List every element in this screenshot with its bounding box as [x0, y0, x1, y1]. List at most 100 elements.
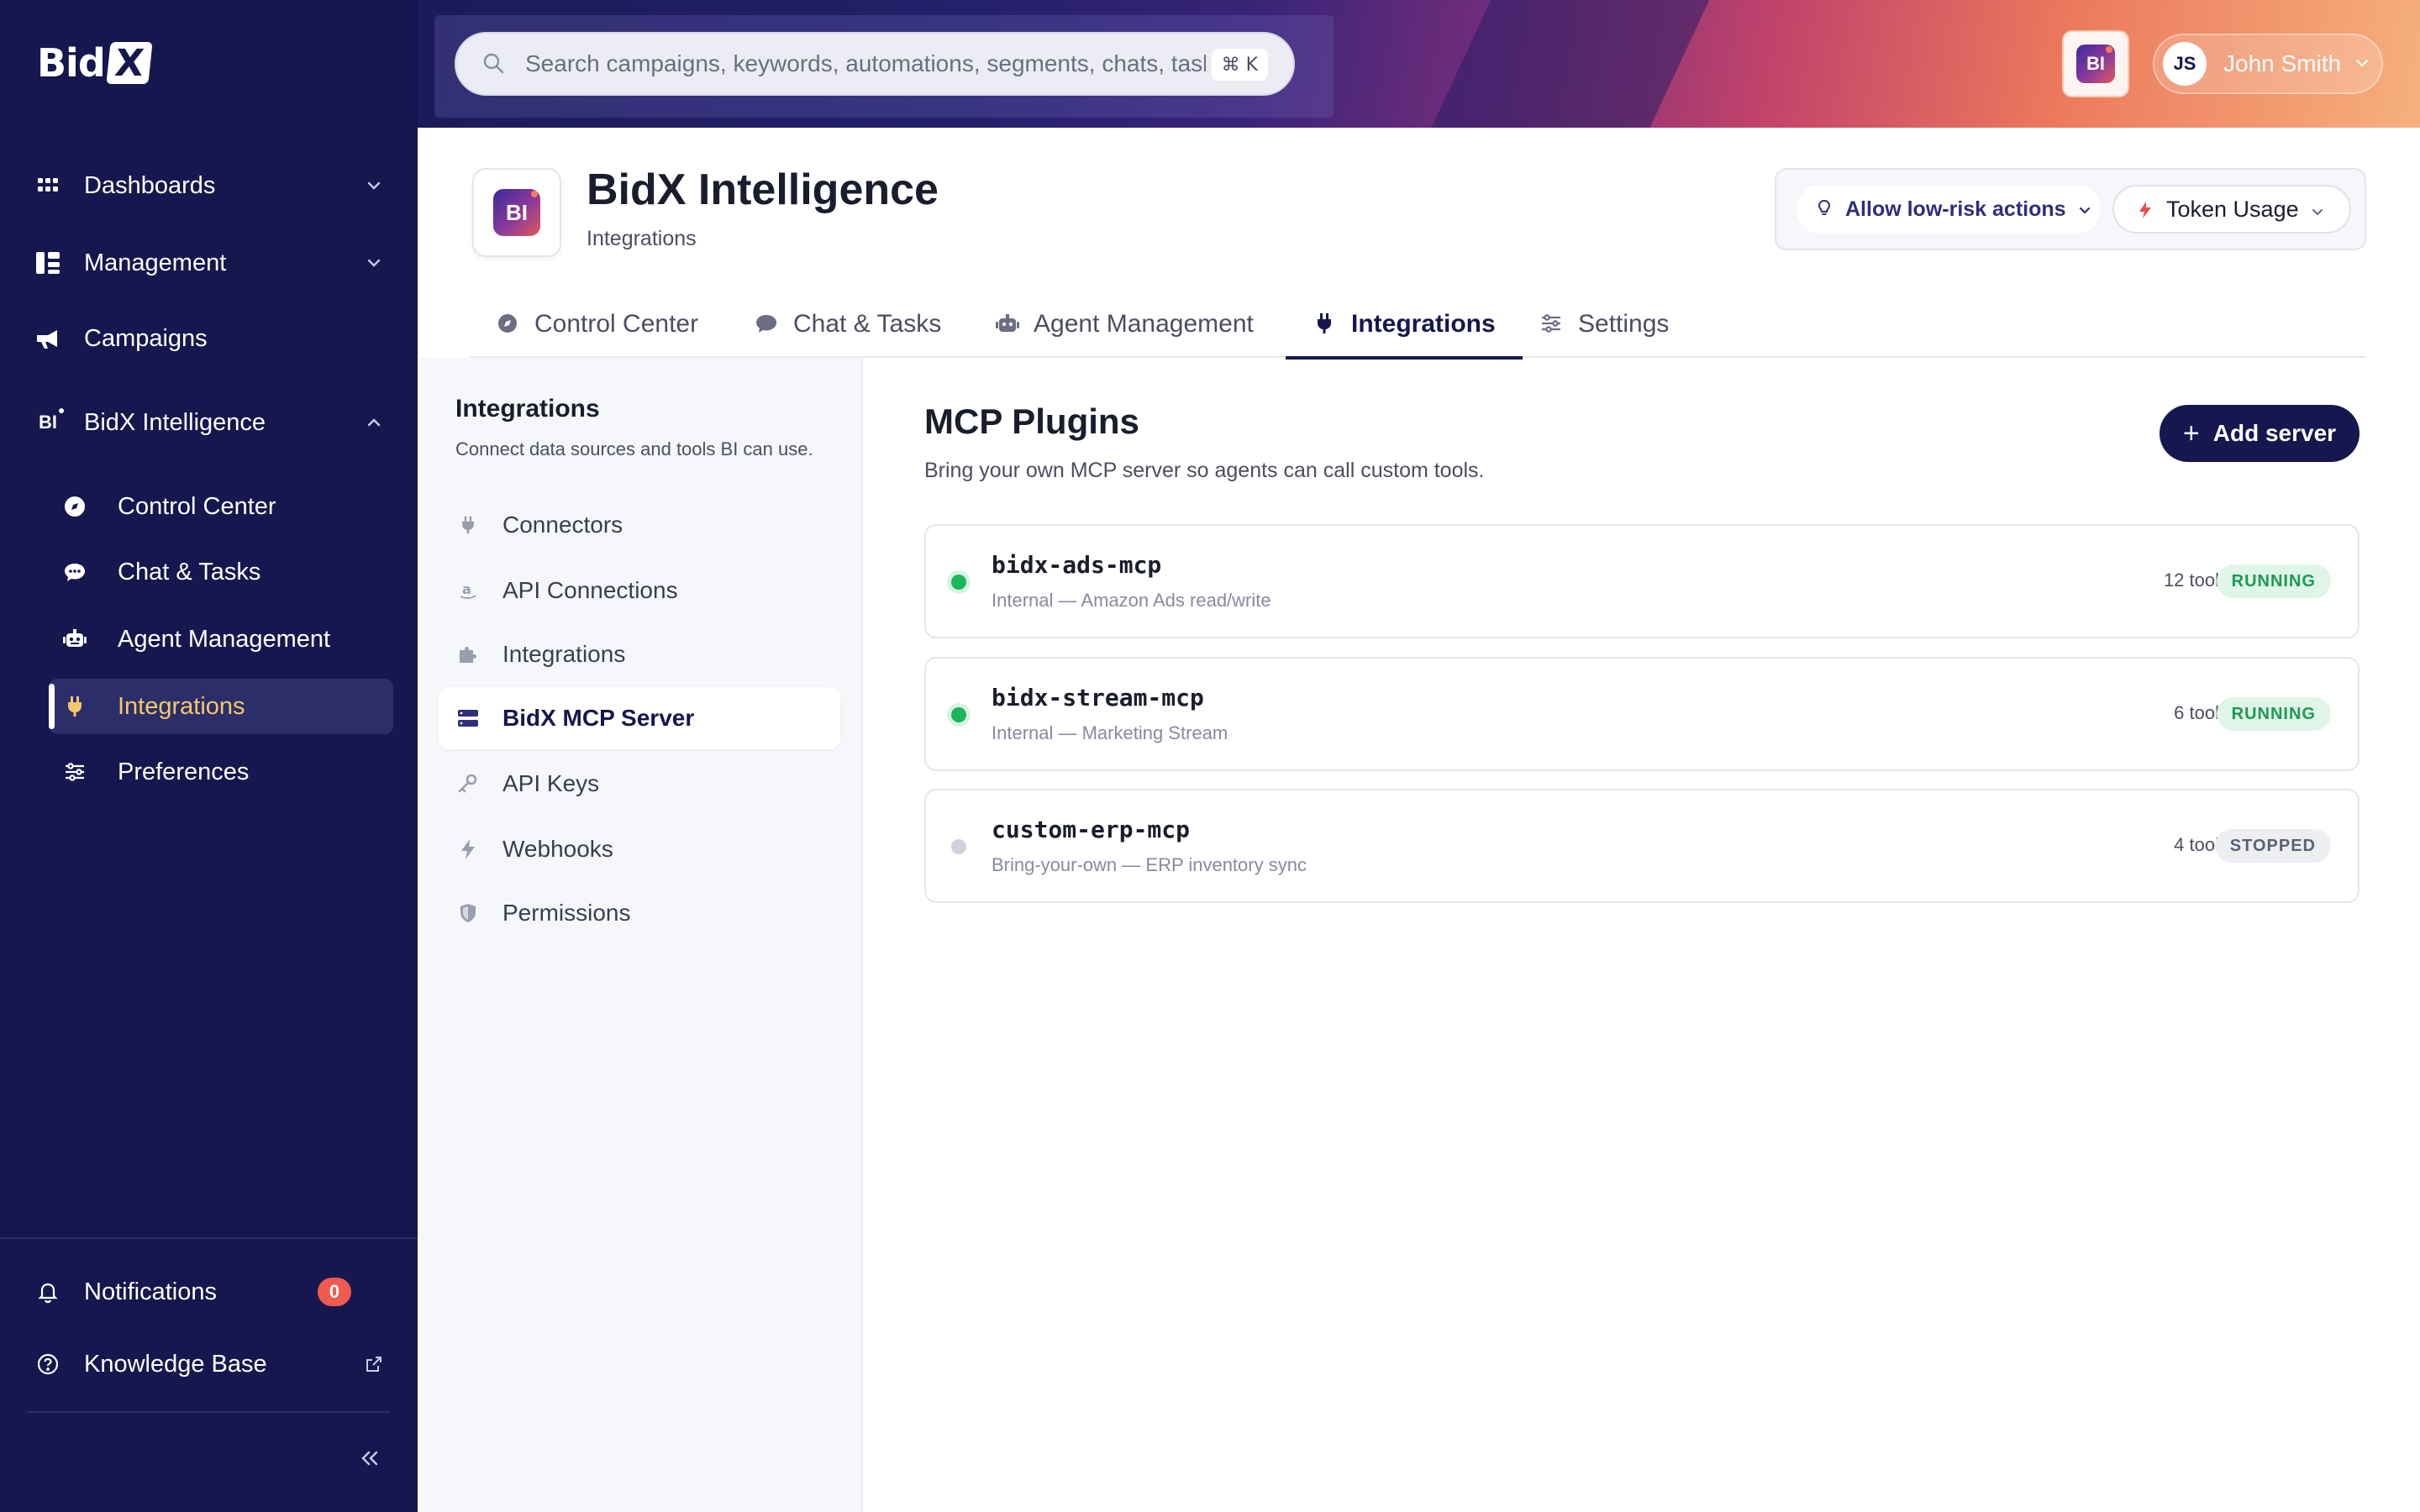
user-name: John Smith	[2223, 50, 2342, 76]
subnav-item-api-connections[interactable]: a API Connections	[439, 559, 840, 622]
sidebar-item-label: Notifications	[84, 1278, 217, 1305]
header-actions: Allow low-risk actions Token Usage	[1775, 168, 2366, 250]
status-badge: RUNNING	[2216, 564, 2331, 598]
tab-control-center[interactable]: Control Center	[496, 291, 698, 358]
server-card[interactable]: bidx-ads-mcp Internal — Amazon Ads read/…	[924, 524, 2360, 638]
plus-icon: +	[2182, 417, 2200, 449]
sidebar-subitem-control-center[interactable]: Control Center	[49, 479, 393, 534]
sidebar-item-campaigns[interactable]: Campaigns	[34, 313, 387, 364]
bi-badge-text: BI	[506, 199, 528, 225]
token-usage-label: Token Usage	[2166, 196, 2299, 222]
sidebar-item-knowledge-base[interactable]: Knowledge Base	[34, 1339, 387, 1389]
chevron-down-icon	[361, 250, 387, 276]
sidebar-subitem-label: Control Center	[118, 492, 276, 520]
plug-icon	[60, 692, 89, 721]
collapse-sidebar-icon[interactable]	[356, 1445, 383, 1472]
bidx-logo[interactable]: Bid X	[37, 37, 153, 89]
bi-icon: BI	[34, 408, 64, 437]
sidebar-subitem-label: Integrations	[118, 692, 245, 720]
logo-text: Bid	[37, 40, 106, 86]
sidebar-subitem-label: Chat & Tasks	[118, 558, 261, 585]
grid-icon	[34, 171, 62, 200]
bi-badge-icon: BI	[493, 189, 540, 236]
server-icon	[455, 706, 481, 731]
subnav-item-label: API Keys	[502, 770, 600, 796]
tab-integrations[interactable]: Integrations	[1286, 291, 1523, 360]
puzzle-icon	[455, 642, 481, 667]
tab-label: Settings	[1578, 310, 1670, 338]
subnav-subtitle: Connect data sources and tools BI can us…	[455, 438, 813, 459]
tab-label: Agent Management	[1034, 310, 1254, 338]
subnav-item-connectors[interactable]: Connectors	[439, 494, 840, 556]
sidebar-subitem-label: Preferences	[118, 758, 250, 785]
chevron-down-icon	[2353, 54, 2373, 74]
subnav-title: Integrations	[455, 395, 600, 423]
add-server-button[interactable]: + Add server	[2160, 405, 2360, 462]
tab-chat-tasks[interactable]: Chat & Tasks	[755, 291, 941, 358]
subnav-item-permissions[interactable]: Permissions	[439, 882, 840, 944]
subnav-item-label: API Connections	[502, 577, 678, 603]
amazon-icon: a	[455, 578, 481, 603]
status-dot-running	[951, 707, 966, 722]
chat-icon	[755, 312, 780, 337]
subnav-item-label: Integrations	[502, 641, 626, 667]
allow-low-risk-actions-dropdown[interactable]: Allow low-risk actions	[1797, 185, 2101, 234]
compass-icon	[496, 312, 521, 337]
server-name: custom-erp-mcp	[992, 816, 1191, 843]
integrations-subnav: Integrations Connect data sources and to…	[418, 358, 863, 1512]
robot-icon	[60, 625, 89, 654]
subnav-item-webhooks[interactable]: Webhooks	[439, 818, 840, 880]
sidebar-divider	[27, 1411, 390, 1413]
bolt-icon	[455, 837, 481, 862]
sidebar-subitem-preferences[interactable]: Preferences	[49, 744, 393, 800]
chat-icon	[60, 558, 89, 586]
logo-mark: X	[106, 42, 153, 85]
sidebar-item-notifications[interactable]: Notifications 0	[34, 1267, 387, 1317]
sliders-icon	[60, 758, 89, 786]
subnav-item-integrations[interactable]: Integrations	[439, 623, 840, 685]
external-link-icon	[361, 1352, 387, 1377]
bi-badge-icon: BI	[2076, 45, 2115, 83]
user-menu-button[interactable]: JS John Smith	[2153, 34, 2383, 94]
shield-icon	[455, 900, 481, 926]
allow-low-risk-label: Allow low-risk actions	[1845, 197, 2066, 221]
token-usage-dropdown[interactable]: Token Usage	[2112, 185, 2351, 234]
bi-assistant-button[interactable]: BI	[2062, 30, 2129, 97]
status-dot-running	[951, 575, 966, 590]
sidebar-item-management[interactable]: Management	[34, 238, 387, 288]
topbar-decoration	[1413, 0, 1725, 128]
plug-icon	[455, 512, 481, 538]
sidebar-subitem-agent-management[interactable]: Agent Management	[49, 612, 393, 667]
server-name: bidx-ads-mcp	[992, 551, 1162, 579]
sidebar-divider	[0, 1237, 418, 1239]
subnav-item-bidx-mcp-server[interactable]: BidX MCP Server	[439, 687, 840, 749]
key-icon	[455, 771, 481, 796]
search-icon	[481, 51, 507, 76]
sidebar-subitem-integrations[interactable]: Integrations	[49, 679, 393, 734]
chevron-up-icon	[361, 410, 387, 435]
sidebar-subitem-chat-tasks[interactable]: Chat & Tasks	[49, 544, 393, 600]
server-card[interactable]: custom-erp-mcp Bring-your-own — ERP inve…	[924, 789, 2360, 903]
sidebar-item-label: BidX Intelligence	[84, 408, 266, 436]
subnav-item-api-keys[interactable]: API Keys	[439, 753, 840, 815]
server-card[interactable]: bidx-stream-mcp Internal — Marketing Str…	[924, 657, 2360, 771]
bolt-icon	[2136, 199, 2156, 219]
section-title: MCP Plugins	[924, 402, 1139, 441]
tab-label: Chat & Tasks	[793, 310, 942, 338]
search-placeholder: Search campaigns, keywords, automations,…	[525, 50, 1206, 76]
server-description: Bring-your-own — ERP inventory sync	[992, 854, 1307, 875]
sitemap-icon	[34, 249, 62, 277]
sidebar-item-label: Dashboards	[84, 171, 216, 199]
sidebar-item-dashboards[interactable]: Dashboards	[34, 160, 387, 211]
sidebar-item-bidx-intelligence[interactable]: BI BidX Intelligence	[34, 397, 387, 448]
tab-agent-management[interactable]: Agent Management	[995, 291, 1254, 358]
robot-icon	[995, 312, 1020, 337]
tab-label: Control Center	[534, 310, 699, 338]
subnav-item-label: Permissions	[502, 900, 631, 926]
global-search-input[interactable]: Search campaigns, keywords, automations,…	[455, 32, 1295, 96]
avatar: JS	[2163, 42, 2207, 86]
sliders-icon	[1539, 312, 1565, 337]
tab-settings[interactable]: Settings	[1539, 291, 1669, 358]
page-title: BidX Intelligence	[587, 165, 939, 214]
sidebar-item-label: Campaigns	[84, 324, 208, 352]
